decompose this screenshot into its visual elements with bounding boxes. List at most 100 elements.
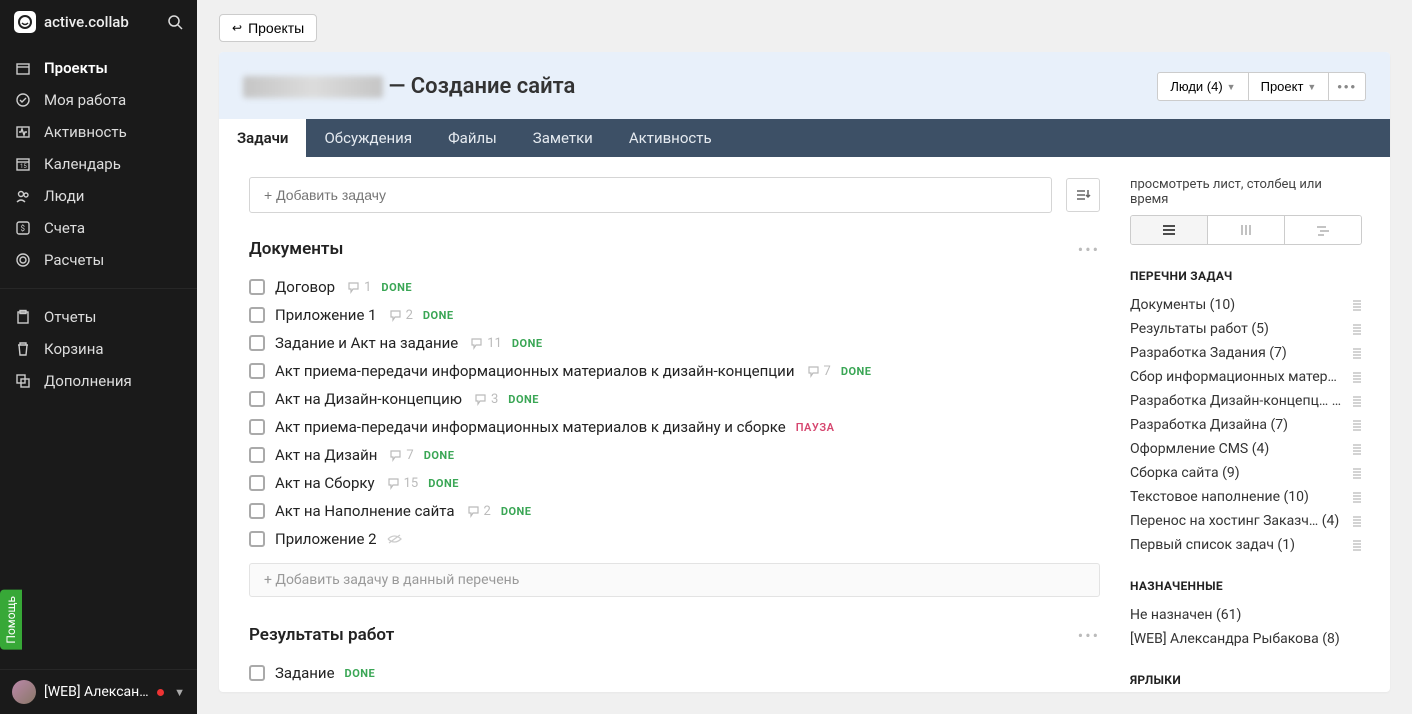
people-button[interactable]: Люди (4)▼ (1157, 72, 1248, 101)
task-checkbox[interactable] (249, 391, 265, 407)
side-list-item[interactable]: Оформление CMS (4) (1130, 437, 1362, 461)
list-title: Документы (249, 239, 343, 259)
svg-text:$: $ (21, 224, 26, 233)
sidebar-item-calendar[interactable]: 15Календарь (0, 148, 197, 180)
side-list-item[interactable]: Текстовое наполнение (10) (1130, 485, 1362, 509)
drag-handle-icon[interactable] (1352, 323, 1362, 335)
task-row[interactable]: ЗаданиеDONE (249, 659, 1100, 687)
task-checkbox[interactable] (249, 279, 265, 295)
drag-handle-icon[interactable] (1352, 419, 1362, 431)
drag-handle-icon[interactable] (1352, 347, 1362, 359)
chevron-down-icon[interactable]: ▼ (174, 686, 185, 699)
task-title: Приложение 1 (275, 306, 377, 324)
task-checkbox[interactable] (249, 363, 265, 379)
status-badge: ПАУЗА (796, 421, 835, 434)
tab-0[interactable]: Задачи (219, 119, 306, 157)
comment-icon (389, 449, 402, 462)
list-menu[interactable]: ••• (1078, 240, 1100, 259)
side-list-item[interactable]: Разработка Дизайна (7) (1130, 413, 1362, 437)
sidebar-item-pulse[interactable]: Активность (0, 116, 197, 148)
drag-handle-icon[interactable] (1352, 515, 1362, 527)
sidebar-item-clipboard[interactable]: Отчеты (0, 301, 197, 333)
search-icon[interactable] (167, 14, 183, 30)
side-list-item[interactable]: Разработка Задания (7) (1130, 341, 1362, 365)
project-title-suffix: — Создание сайта (388, 74, 575, 99)
comment-count: 11 (487, 336, 502, 351)
drag-handle-icon[interactable] (1352, 467, 1362, 479)
comment-icon (389, 309, 402, 322)
drag-handle-icon[interactable] (1352, 539, 1362, 551)
sidebar-item-check-circle[interactable]: Моя работа (0, 84, 197, 116)
task-checkbox[interactable] (249, 475, 265, 491)
task-checkbox[interactable] (249, 531, 265, 547)
status-badge: DONE (428, 477, 459, 490)
project-button[interactable]: Проект▼ (1249, 72, 1330, 101)
task-checkbox[interactable] (249, 307, 265, 323)
side-list-item[interactable]: Первый список задач (1) (1130, 533, 1362, 557)
task-checkbox[interactable] (249, 419, 265, 435)
side-list-item[interactable]: Результаты работ (5) (1130, 317, 1362, 341)
brand-name: active.collab (44, 13, 129, 31)
add-task-input[interactable] (249, 177, 1052, 213)
task-row[interactable]: Акт приема-передачи информационных матер… (249, 413, 1100, 441)
task-row[interactable]: Приложение 2 (249, 525, 1100, 553)
breadcrumb-back[interactable]: ↩ Проекты (219, 14, 317, 42)
status-dot (157, 689, 164, 696)
drag-handle-icon[interactable] (1352, 443, 1362, 455)
tab-3[interactable]: Заметки (515, 119, 611, 157)
view-column-button[interactable] (1207, 216, 1284, 244)
side-list-item[interactable]: [WEB] Александра Рыбакова (8) (1130, 627, 1362, 651)
tab-4[interactable]: Активность (611, 119, 730, 157)
task-checkbox[interactable] (249, 665, 265, 681)
task-row[interactable]: Акт на Дизайн7DONE (249, 441, 1100, 469)
help-tab[interactable]: Помощь (0, 590, 22, 650)
side-list-item[interactable]: Документы (10) (1130, 293, 1362, 317)
tab-1[interactable]: Обсуждения (306, 119, 430, 157)
box-icon (14, 60, 32, 76)
sidebar-item-dollar[interactable]: $Счета (0, 212, 197, 244)
sidebar-item-people[interactable]: Люди (0, 180, 197, 212)
project-tabs: ЗадачиОбсужденияФайлыЗаметкиАктивность (219, 119, 1390, 157)
labels-heading: ЯРЛЫКИ (1130, 673, 1362, 687)
assigned-heading: НАЗНАЧЕННЫЕ (1130, 579, 1362, 593)
task-checkbox[interactable] (249, 503, 265, 519)
user-name: [WEB] Алексан… (44, 684, 157, 700)
avatar[interactable] (12, 680, 36, 704)
side-list-item[interactable]: Не назначен (61) (1130, 603, 1362, 627)
comment-count: 7 (406, 448, 413, 463)
side-list-item[interactable]: Перенос на хостинг Заказч… (4) (1130, 509, 1362, 533)
tab-2[interactable]: Файлы (430, 119, 515, 157)
sidebar-item-copy[interactable]: Дополнения (0, 365, 197, 397)
add-subtask-input[interactable]: + Добавить задачу в данный перечень (249, 563, 1100, 597)
task-row[interactable]: Акт приема-передачи информационных матер… (249, 357, 1100, 385)
sidebar-item-trash[interactable]: Корзина (0, 333, 197, 365)
task-row[interactable]: Договор1DONE (249, 273, 1100, 301)
side-list-item[interactable]: Сбор информационных матер… (5) (1130, 365, 1362, 389)
comment-icon (807, 365, 820, 378)
side-list-item[interactable]: Разработка Дизайн-концепц… (7) (1130, 389, 1362, 413)
comment-count: 2 (484, 504, 491, 519)
task-row[interactable]: Задание и Акт на задание11DONE (249, 329, 1100, 357)
task-row[interactable]: Акт на Дизайн-концепцию3DONE (249, 385, 1100, 413)
comment-count: 15 (404, 476, 419, 491)
task-title: Задание и Акт на задание (275, 334, 458, 352)
status-badge: DONE (501, 505, 532, 518)
more-button[interactable]: ••• (1329, 72, 1366, 101)
view-list-button[interactable] (1131, 216, 1207, 244)
task-checkbox[interactable] (249, 335, 265, 351)
list-menu[interactable]: ••• (1078, 626, 1100, 645)
task-checkbox[interactable] (249, 447, 265, 463)
drag-handle-icon[interactable] (1352, 299, 1362, 311)
sidebar-item-target[interactable]: Расчеты (0, 244, 197, 276)
task-row[interactable]: Приложение 12DONE (249, 301, 1100, 329)
drag-handle-icon[interactable] (1352, 371, 1362, 383)
task-row[interactable]: Акт на Наполнение сайта2DONE (249, 497, 1100, 525)
sort-button[interactable] (1066, 178, 1100, 212)
drag-handle-icon[interactable] (1352, 491, 1362, 503)
comment-icon (387, 477, 400, 490)
side-list-item[interactable]: Сборка сайта (9) (1130, 461, 1362, 485)
task-row[interactable]: Акт на Сборку15DONE (249, 469, 1100, 497)
view-timeline-button[interactable] (1284, 216, 1361, 244)
drag-handle-icon[interactable] (1352, 395, 1362, 407)
sidebar-item-box[interactable]: Проекты (0, 52, 197, 84)
